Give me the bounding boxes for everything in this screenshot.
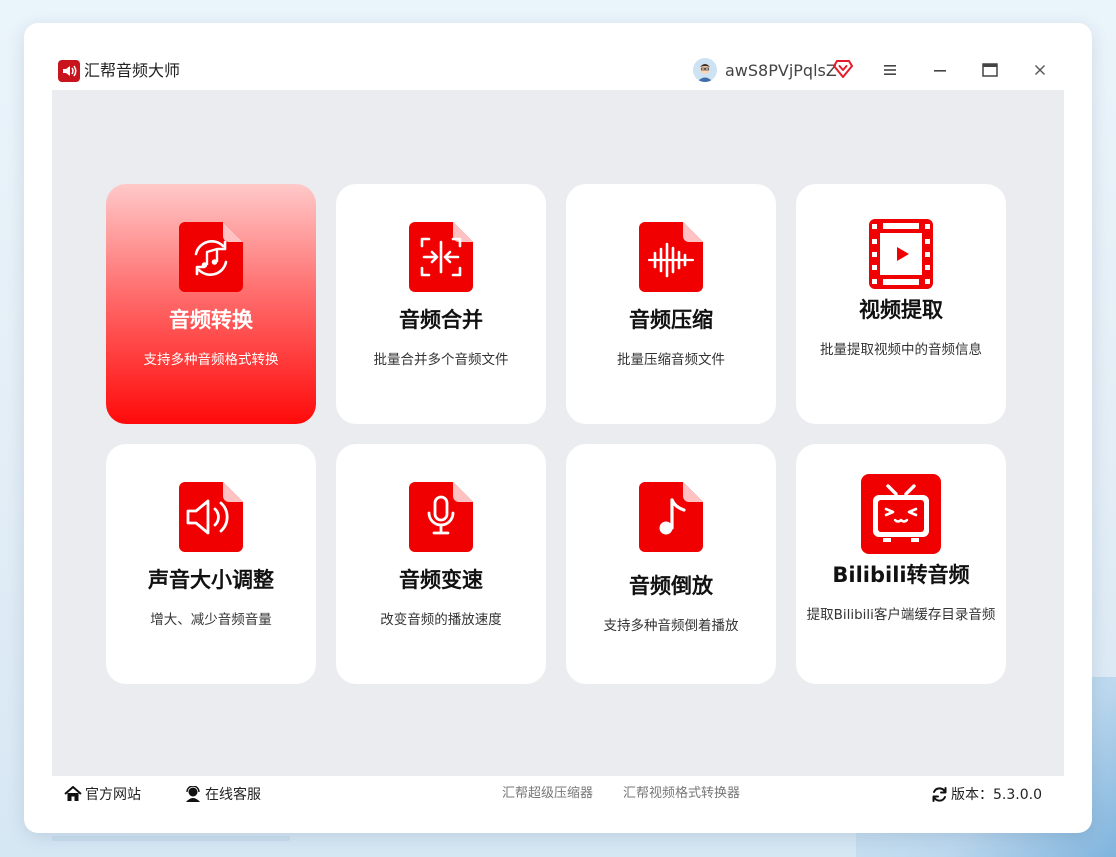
card-desc: 批量提取视频中的音频信息 bbox=[820, 342, 982, 358]
app-window: 汇帮音频大师 awS8PVjPqlsZ 音频转换 支持多种音频格式转换 音频合并… bbox=[24, 23, 1092, 833]
user-avatar[interactable] bbox=[693, 58, 717, 82]
status-bar: 官方网站 在线客服 汇帮超级压缩器 汇帮视频格式转换器 版本：5.3.0.0 bbox=[52, 776, 1064, 810]
version-label: 版本：5.3.0.0 bbox=[951, 787, 1042, 803]
link-super-compressor[interactable]: 汇帮超级压缩器 bbox=[502, 784, 593, 804]
audio-speed-icon bbox=[409, 482, 473, 552]
card-title: 音频倒放 bbox=[629, 574, 713, 598]
card-desc: 改变音频的播放速度 bbox=[380, 612, 502, 628]
card-desc: 批量压缩音频文件 bbox=[617, 352, 725, 368]
card-desc: 批量合并多个音频文件 bbox=[373, 352, 509, 368]
official-website-label: 官方网站 bbox=[85, 787, 141, 803]
card-bilibili[interactable]: Bilibili转音频 提取Bilibili客户端缓存目录音频 bbox=[796, 444, 1006, 684]
bilibili-tv-icon bbox=[861, 474, 941, 554]
card-desc: 支持多种音频格式转换 bbox=[143, 352, 279, 368]
card-title: Bilibili转音频 bbox=[832, 563, 970, 587]
volume-adjust-icon bbox=[179, 482, 243, 552]
card-audio-compress[interactable]: 音频压缩 批量压缩音频文件 bbox=[566, 184, 776, 424]
card-desc: 提取Bilibili客户端缓存目录音频 bbox=[806, 607, 996, 623]
support-agent-icon bbox=[186, 786, 200, 802]
minimize-icon[interactable] bbox=[926, 57, 954, 83]
card-audio-reverse[interactable]: 音频倒放 支持多种音频倒着播放 bbox=[566, 444, 776, 684]
maximize-icon[interactable] bbox=[976, 57, 1004, 83]
online-support-label: 在线客服 bbox=[205, 787, 261, 803]
card-title: 视频提取 bbox=[859, 298, 943, 322]
card-audio-speed[interactable]: 音频变速 改变音频的播放速度 bbox=[336, 444, 546, 684]
refresh-icon bbox=[932, 786, 947, 802]
feature-grid: 音频转换 支持多种音频格式转换 音频合并 批量合并多个音频文件 音频压缩 批量压… bbox=[52, 90, 1064, 776]
card-audio-convert[interactable]: 音频转换 支持多种音频格式转换 bbox=[106, 184, 316, 424]
link-video-converter[interactable]: 汇帮视频格式转换器 bbox=[623, 784, 740, 804]
official-website-link[interactable]: 官方网站 bbox=[64, 784, 141, 804]
video-extract-icon bbox=[869, 219, 933, 289]
card-title: 音频合并 bbox=[399, 308, 483, 332]
card-audio-merge[interactable]: 音频合并 批量合并多个音频文件 bbox=[336, 184, 546, 424]
version-info: 版本：5.3.0.0 bbox=[931, 784, 1042, 804]
menu-icon[interactable] bbox=[876, 57, 904, 83]
card-title: 声音大小调整 bbox=[148, 568, 274, 592]
card-desc: 支持多种音频倒着播放 bbox=[603, 618, 739, 634]
card-title: 音频变速 bbox=[399, 568, 483, 592]
app-title: 汇帮音频大师 bbox=[84, 61, 181, 80]
home-icon bbox=[64, 786, 82, 801]
card-volume-adjust[interactable]: 声音大小调整 增大、减少音频音量 bbox=[106, 444, 316, 684]
online-support-link[interactable]: 在线客服 bbox=[184, 784, 261, 804]
speaker-logo-icon bbox=[58, 60, 80, 82]
title-bar: 汇帮音频大师 awS8PVjPqlsZ bbox=[24, 23, 1092, 89]
vip-diamond-icon[interactable] bbox=[833, 59, 853, 79]
username[interactable]: awS8PVjPqlsZ bbox=[725, 60, 837, 82]
close-icon[interactable] bbox=[1026, 57, 1054, 83]
audio-reverse-icon bbox=[639, 482, 703, 552]
card-title: 音频转换 bbox=[169, 308, 253, 332]
taskbar-strip bbox=[52, 836, 290, 841]
card-title: 音频压缩 bbox=[629, 308, 713, 332]
audio-convert-icon bbox=[179, 222, 243, 292]
card-video-extract[interactable]: 视频提取 批量提取视频中的音频信息 bbox=[796, 184, 1006, 424]
card-desc: 增大、减少音频音量 bbox=[150, 612, 272, 628]
audio-compress-icon bbox=[639, 222, 703, 292]
audio-merge-icon bbox=[409, 222, 473, 292]
